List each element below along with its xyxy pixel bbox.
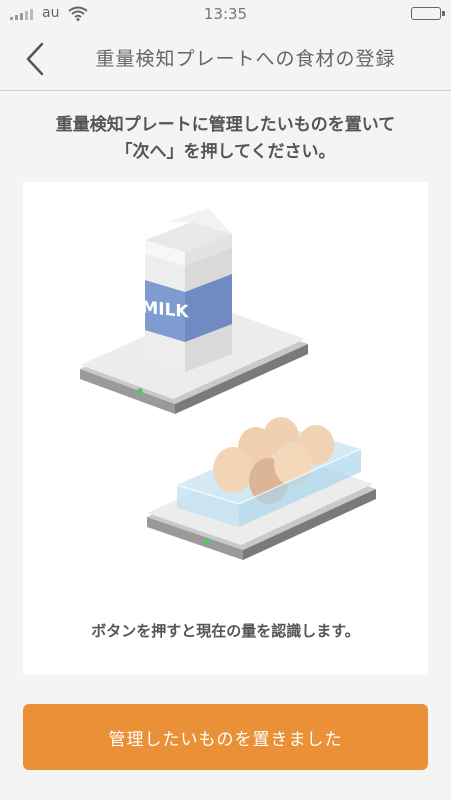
illustration-caption: ボタンを押すと現在の量を認識します。 [91,622,360,640]
weight-plate-illustration: MILK [80,208,376,560]
battery-icon [411,7,445,20]
instruction-line-2: 「次へ」を押してください。 [115,142,336,162]
page-title: 重量検知プレートへの食材の登録 [95,48,396,70]
placed-item-button[interactable]: 管理したいものを置きました [23,704,428,770]
illustration-card: MILK ボタンを押すと現在の量を認識します。 [23,182,428,675]
chevron-left-icon[interactable] [24,42,48,76]
navigation-bar: 重量検知プレートへの食材の登録 [0,28,451,91]
status-bar: au 13:35 [0,0,451,28]
instruction-line-1: 重量検知プレートに管理したいものを置いて [55,115,396,135]
indicator-light [204,539,210,545]
indicator-light [137,388,143,394]
instruction-text: 重量検知プレートに管理したいものを置いて 「次へ」を押してください。 [0,112,451,166]
milk-carton: MILK [141,208,232,372]
status-time: 13:35 [203,5,248,23]
